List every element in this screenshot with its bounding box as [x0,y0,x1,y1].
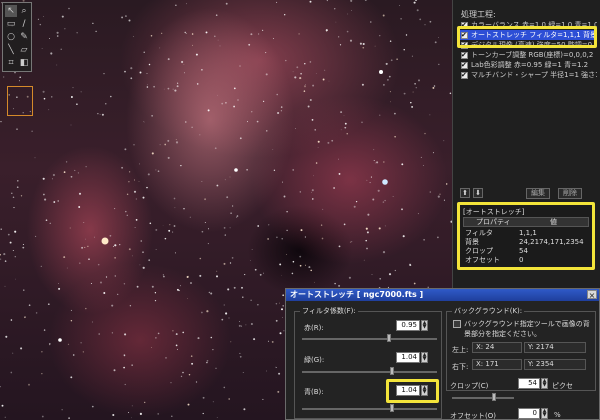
bottom-right-y: Y: 2354 [524,359,586,370]
blue-slider-thumb[interactable] [390,404,394,412]
background-hint-1: バックグラウンド指定ツールで画像の背 [464,320,590,328]
col-property: プロパティ [476,218,511,226]
blue-label: 青(B): [304,388,324,396]
history-checkbox[interactable] [461,70,468,80]
properties-panel: [オートストレッチ] プロパティ 値 フィルタ 1,1,1 背景 24,2174… [457,202,595,270]
red-slider[interactable] [302,338,437,340]
brush-icon[interactable]: ∕ [18,18,30,30]
crop-stepper[interactable]: ▲ ▼ [541,378,548,389]
background-group-label: バックグラウンド(K): [452,306,525,316]
rect-select-icon[interactable]: ▭ [5,18,17,30]
green-stepper[interactable]: ▲ ▼ [421,352,428,363]
green-input[interactable]: 1.04 [396,352,420,363]
up-arrow-icon[interactable]: ⬆ [460,188,470,198]
property-row: オフセット 0 [465,256,524,264]
eraser-icon[interactable]: ▱ [18,44,30,56]
ellipse-icon[interactable]: ○ [5,31,17,43]
property-row: 背景 24,2174,171,2354 [465,238,584,246]
zoom-icon[interactable]: ⌕ [18,5,30,17]
line-icon[interactable]: ╲ [5,44,17,56]
properties-title: [オートストレッチ] [463,208,525,216]
tool-palette: ↖ ⌕ ▭ ∕ ○ ✎ ╲ ▱ ⌗ ◧ [2,2,32,72]
edit-button[interactable]: 編集 [526,188,550,199]
history-item[interactable]: Lab色彩調整 赤=0.95 緑=1 青=1.2 [457,60,597,70]
bottom-right-x: X: 171 [472,359,522,370]
crop-label: クロップ(C) [450,382,489,390]
crop-icon[interactable]: ⌗ [5,57,17,69]
green-label: 緑(G): [304,356,325,364]
crop-input[interactable]: 54 [518,378,540,389]
offset-label: オフセット(O) [450,412,496,420]
offset-stepper[interactable]: ▲ ▼ [541,408,548,419]
top-left-y: Y: 2174 [524,342,586,353]
history-item-label: Lab色彩調整 赤=0.95 緑=1 青=1.2 [471,61,589,69]
background-tool-checkbox[interactable] [453,320,461,328]
bottom-right-label: 右下: [452,363,469,371]
top-left-x: X: 24 [472,342,522,353]
background-hint-2: 景部分を指定ください。 [464,330,541,338]
red-label: 赤(R): [304,324,324,332]
history-item-label: マルチバンド・シャープ 半径1=1 強さ1 [471,71,597,79]
history-checkbox[interactable] [461,60,468,70]
history-item-label: トーンカーブ調整 RGB(座標)=0,0,0,2 [471,51,594,59]
red-input[interactable]: 0.95 [396,320,420,331]
red-slider-thumb[interactable] [387,334,391,342]
dialog-titlebar[interactable]: オートストレッチ [ ngc7000.fts ] [286,289,599,301]
crop-slider-thumb[interactable] [492,393,496,401]
highlight-history-item [457,26,597,48]
properties-header: プロパティ 値 [463,217,589,227]
offset-input[interactable]: 0 [518,408,540,419]
blue-slider[interactable] [302,408,437,410]
offset-unit: % [554,411,561,419]
crop-slider[interactable] [452,397,514,399]
top-left-label: 左上: [452,346,469,354]
history-buttons: ⬆ ⬇ 編集 削除 [460,188,596,200]
down-arrow-icon[interactable]: ⬇ [473,188,483,198]
property-row: クロップ 54 [465,247,528,255]
pointer-icon[interactable]: ↖ [5,5,17,17]
picker-icon[interactable]: ◧ [18,57,30,69]
filter-group-label: フィルタ係数(F): [300,306,358,316]
highlight-blue-field [386,379,439,403]
history-title: 処理工程: [461,10,496,19]
delete-button[interactable]: 削除 [558,188,582,199]
close-icon[interactable]: × [587,290,597,300]
history-checkbox[interactable] [461,50,468,60]
green-slider[interactable] [302,371,437,373]
background-selection-box[interactable] [7,86,33,116]
pen-icon[interactable]: ✎ [18,31,30,43]
history-item[interactable]: トーンカーブ調整 RGB(座標)=0,0,0,2 [457,50,597,60]
red-stepper[interactable]: ▲ ▼ [421,320,428,331]
col-value: 値 [550,218,557,226]
green-slider-thumb[interactable] [390,367,394,375]
history-item[interactable]: マルチバンド・シャープ 半径1=1 強さ1 [457,70,597,80]
crop-unit: ピクセ [552,382,573,390]
auto-stretch-dialog: オートストレッチ [ ngc7000.fts ] × フィルタ係数(F): 赤(… [285,288,600,420]
property-row: フィルタ 1,1,1 [465,229,537,237]
